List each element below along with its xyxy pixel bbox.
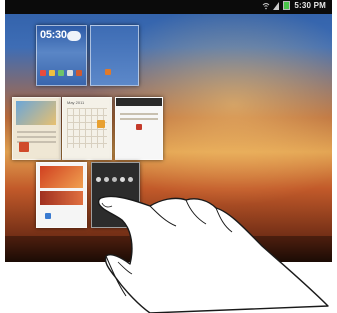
app-icon <box>105 69 111 75</box>
calendar-widget <box>67 108 107 148</box>
trash-icon[interactable] <box>164 243 173 256</box>
email-widget <box>116 110 162 123</box>
home-panel-thumbnail-2[interactable] <box>90 25 139 86</box>
calendar-month: May 2011 <box>67 100 85 105</box>
home-panel-thumbnail-7[interactable] <box>91 162 140 228</box>
app-icon <box>136 124 142 130</box>
status-time: 5:30 PM <box>294 1 326 10</box>
clock-widget-time: 05:30 <box>40 29 67 41</box>
status-bar: 5:30 PM <box>5 0 332 14</box>
home-panel-thumbnail-4[interactable]: May 2011 <box>62 97 112 160</box>
home-panel-thumbnail-5[interactable] <box>115 97 163 160</box>
wifi-icon <box>262 2 270 10</box>
battery-icon <box>283 1 291 10</box>
app-icon <box>19 142 29 152</box>
remove-label: Remove <box>157 255 181 261</box>
browser-bar <box>116 98 162 106</box>
home-panel-thumbnail-6[interactable] <box>36 162 87 228</box>
signal-icon <box>273 1 280 10</box>
photo-widget <box>16 101 56 125</box>
app-icon-row <box>40 70 82 76</box>
app-icon <box>45 213 51 219</box>
home-panel-thumbnail-3[interactable] <box>12 97 61 160</box>
home-panel-thumbnail-1[interactable]: 05:30 <box>36 25 87 86</box>
home-screen-edit-view: 5:30 PM 05:30 May 2011 Remove <box>5 0 332 262</box>
news-widget <box>40 191 83 205</box>
sticky-note-icon <box>97 120 105 128</box>
weather-icon <box>67 31 81 41</box>
photo-widget <box>40 166 83 188</box>
app-icon-row <box>96 177 133 182</box>
